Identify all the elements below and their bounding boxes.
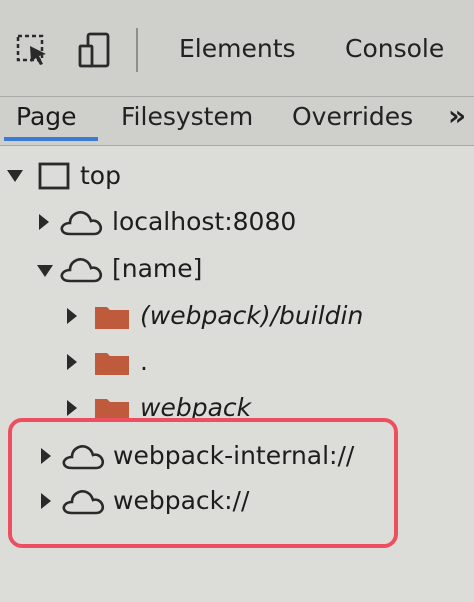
frame-icon (38, 162, 70, 194)
expand-right-icon[interactable] (38, 213, 50, 235)
cloud-icon (60, 487, 106, 521)
cloud-icon (60, 442, 106, 476)
tree-item-label: (webpack)/buildin (140, 301, 364, 330)
expand-right-icon[interactable] (66, 399, 78, 421)
cloud-icon (58, 255, 104, 289)
tab-page[interactable]: Page (16, 101, 77, 133)
expand-right-icon[interactable] (66, 307, 78, 329)
tree-item-label: . (140, 347, 148, 376)
tree-item-label: webpack (140, 393, 252, 422)
more-tabs-icon[interactable]: » (448, 99, 466, 132)
tree-item-origin[interactable]: webpack-internal:// (0, 436, 474, 476)
tree-item-label: webpack-internal:// (113, 441, 355, 470)
expand-down-icon[interactable] (36, 263, 54, 282)
devtools-toolbar: Elements Console (0, 0, 474, 97)
tree-item-label: localhost:8080 (112, 207, 297, 236)
tab-filesystem[interactable]: Filesystem (121, 101, 253, 133)
inspect-element-icon[interactable] (16, 34, 50, 72)
expand-right-icon[interactable] (40, 447, 52, 469)
tab-elements[interactable]: Elements (179, 33, 296, 65)
tree-item-top[interactable]: top (0, 156, 474, 196)
expand-right-icon[interactable] (66, 353, 78, 375)
active-tab-indicator (4, 137, 98, 141)
tree-item-folder[interactable]: (webpack)/buildin (0, 296, 474, 336)
tree-item-origin[interactable]: [name] (0, 249, 474, 289)
sources-tree: top localhost:8080 [name] (webpack)/buil… (0, 146, 474, 602)
tree-item-folder[interactable]: webpack (0, 388, 474, 428)
folder-icon (94, 396, 130, 426)
tree-item-label: [name] (112, 254, 203, 283)
tree-item-origin[interactable]: localhost:8080 (0, 202, 474, 242)
tree-item-origin[interactable]: webpack:// (0, 481, 474, 521)
expand-right-icon[interactable] (40, 492, 52, 514)
folder-icon (94, 304, 130, 334)
device-toolbar-icon[interactable] (76, 30, 116, 74)
navigator-tabs: Page Filesystem Overrides » (0, 97, 474, 146)
tree-item-folder[interactable]: . (0, 342, 474, 382)
tab-console[interactable]: Console (345, 33, 444, 65)
folder-icon (94, 350, 130, 380)
tree-item-label: webpack:// (113, 486, 250, 515)
expand-down-icon[interactable] (6, 168, 24, 187)
toolbar-separator (136, 28, 138, 72)
cloud-icon (58, 208, 104, 242)
tab-overrides[interactable]: Overrides (292, 101, 413, 133)
tree-item-label: top (80, 161, 121, 190)
